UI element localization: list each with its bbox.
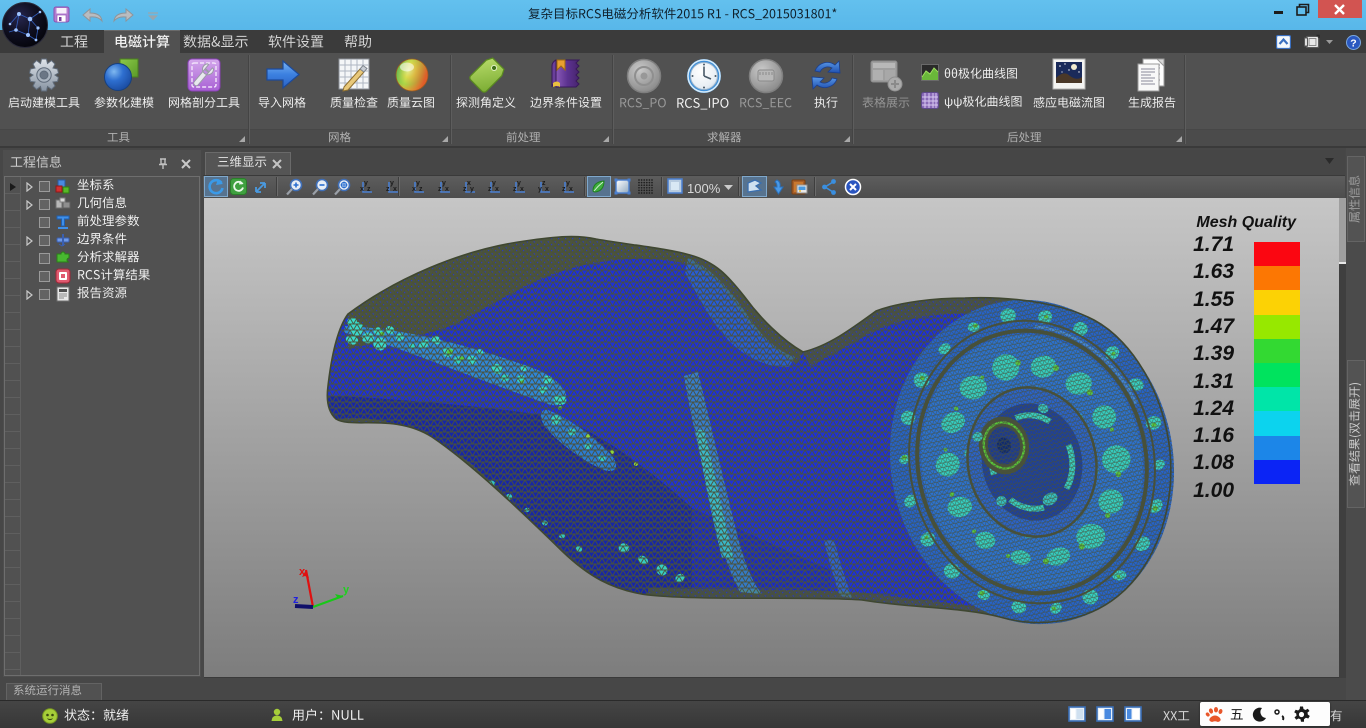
svg-text:y: y [470, 186, 474, 193]
svg-text:x: x [445, 186, 449, 193]
svg-text:z: z [386, 186, 390, 193]
svg-text:x: x [520, 186, 524, 193]
svg-text:y: y [442, 180, 446, 187]
svg-text:y: y [517, 180, 521, 187]
svg-text:x: x [393, 186, 397, 193]
svg-text:x: x [545, 186, 549, 193]
svg-text:z: z [293, 594, 299, 606]
svg-text:x: x [495, 186, 499, 193]
svg-text:z: z [542, 180, 546, 187]
svg-text:y: y [492, 180, 496, 187]
svg-text:z: z [367, 186, 371, 193]
svg-text:y: y [343, 584, 350, 596]
svg-text:y: y [416, 180, 420, 187]
svg-text:x: x [299, 566, 306, 578]
svg-text:x: x [360, 186, 364, 193]
svg-text:z: z [463, 186, 467, 193]
svg-text:x: x [569, 186, 573, 193]
svg-text:y: y [566, 180, 570, 187]
svg-text:x: x [467, 180, 471, 187]
svg-text:z: z [488, 186, 492, 193]
svg-text:y: y [364, 180, 368, 187]
svg-text:z: z [513, 186, 517, 193]
svg-text:x: x [412, 186, 416, 193]
svg-text:y: y [538, 186, 542, 193]
svg-text:y: y [390, 180, 394, 187]
svg-text:z: z [562, 186, 566, 193]
svg-text:z: z [438, 186, 442, 193]
svg-text:z: z [419, 186, 423, 193]
svg-text:?: ? [1350, 38, 1356, 50]
